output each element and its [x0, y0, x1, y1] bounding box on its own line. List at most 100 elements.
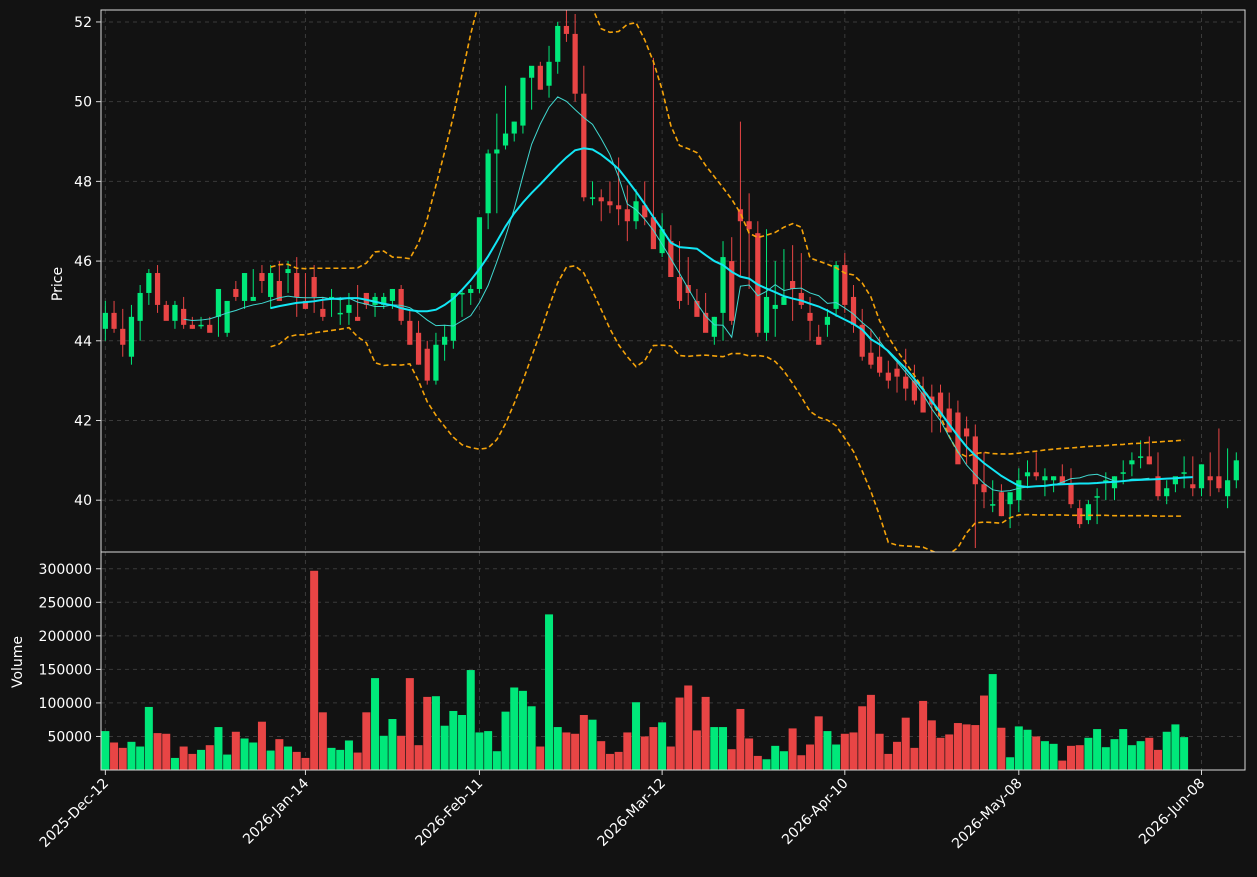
volume-bar: [362, 712, 371, 770]
volume-bar: [797, 755, 806, 770]
volume-tick-label: 50000: [47, 729, 92, 745]
candle-body: [415, 332, 422, 365]
candle-body: [589, 197, 596, 199]
candle-body: [763, 296, 770, 333]
candle-body: [1050, 476, 1057, 481]
volume-bar: [893, 741, 902, 770]
candle-body: [320, 308, 326, 317]
volume-bar: [1067, 745, 1076, 770]
price-tick-label: 50: [74, 95, 92, 111]
volume-bar: [658, 722, 667, 770]
volume-bar: [980, 695, 989, 770]
volume-bar: [823, 731, 832, 770]
volume-bar: [466, 670, 475, 770]
candle-body: [676, 277, 683, 301]
candle-body: [1085, 504, 1092, 521]
volume-bar: [901, 717, 910, 770]
x-tick-label: 2026-May-08: [949, 776, 1026, 853]
candle-body: [459, 292, 465, 295]
volume-bar: [536, 746, 545, 770]
volume-bar: [458, 714, 467, 770]
price-tick-label: 42: [74, 413, 92, 429]
candle-body: [911, 380, 918, 401]
volume-bar: [962, 724, 971, 770]
candle-body: [337, 312, 343, 315]
chart-svg: 40 42 44 46 48 50 52 50000 100000 150000 200000 25…: [10, 9, 1246, 853]
candle-body: [711, 316, 717, 337]
volume-bar: [875, 733, 884, 770]
volume-bar: [649, 727, 658, 770]
volume-bar: [266, 750, 275, 770]
candle-body: [442, 336, 448, 345]
volume-bar: [832, 744, 841, 770]
candle-body: [998, 492, 1005, 517]
candle-body: [790, 281, 796, 289]
volume-bar: [197, 749, 206, 770]
price-tick-label: 48: [74, 174, 92, 190]
volume-bar: [144, 706, 153, 770]
volume-grid: [101, 552, 1245, 770]
x-tick-label: 2026-Mar-12: [595, 776, 669, 850]
volume-bar: [440, 725, 449, 770]
volume-bar: [240, 738, 249, 770]
volume-bar: [1058, 760, 1067, 770]
volume-bar: [162, 733, 171, 770]
volume-tick-label: 150000: [39, 662, 92, 678]
volume-bar: [379, 735, 388, 770]
volume-bar: [231, 731, 240, 770]
volume-bar: [727, 749, 736, 770]
volume-bar: [501, 711, 510, 770]
volume-bar: [866, 694, 875, 770]
volume-bar: [136, 746, 145, 770]
price-tick-label: 40: [74, 493, 92, 509]
candle-body: [294, 273, 300, 297]
volume-bar: [1180, 737, 1189, 770]
volume-bar: [919, 700, 928, 770]
candle-body: [607, 201, 613, 206]
volume-bar: [275, 739, 284, 770]
volume-bar: [527, 706, 536, 770]
volume-bar: [405, 678, 414, 770]
candle-body: [346, 304, 352, 313]
volume-bar: [640, 736, 649, 770]
candle-body: [311, 277, 317, 297]
candle-body: [868, 352, 874, 365]
candle-body: [1198, 464, 1205, 489]
candle-body: [172, 304, 178, 321]
volume-bar: [701, 696, 710, 770]
volume-bar: [188, 753, 197, 770]
bollinger-upper-line: [270, 10, 1185, 458]
candle-body: [1164, 488, 1170, 497]
candle-body: [520, 77, 526, 126]
volume-bar: [110, 742, 119, 770]
volume-bar: [510, 687, 519, 770]
volume-bar: [153, 733, 162, 770]
candle-body: [1024, 472, 1031, 477]
volume-bar: [318, 712, 327, 770]
candle-body: [181, 308, 187, 325]
volume-bar: [632, 702, 641, 770]
candle-body: [903, 376, 909, 389]
candle-body: [624, 209, 630, 222]
candle-body: [1190, 484, 1196, 489]
volume-bar: [545, 614, 554, 770]
volume-panel-frame: [100, 551, 1246, 771]
candle-body: [259, 273, 265, 281]
candle-body: [268, 273, 274, 297]
candle-body: [772, 304, 778, 309]
candle-body: [407, 320, 413, 345]
candle-body: [128, 316, 135, 357]
volume-bar: [371, 678, 380, 770]
volume-bar: [1162, 731, 1171, 770]
candle-body: [233, 288, 239, 297]
x-tick-label: 2026-Jun-08: [1136, 776, 1208, 848]
volume-bar: [336, 749, 345, 770]
candle-body: [494, 149, 500, 154]
volume-bar: [814, 716, 823, 770]
volume-bar: [936, 737, 945, 770]
candle-body: [1137, 456, 1144, 458]
volume-axis-label: Volume: [10, 636, 26, 688]
candle-body: [616, 205, 622, 210]
candle-body: [529, 65, 535, 78]
volume-bar: [927, 720, 936, 770]
